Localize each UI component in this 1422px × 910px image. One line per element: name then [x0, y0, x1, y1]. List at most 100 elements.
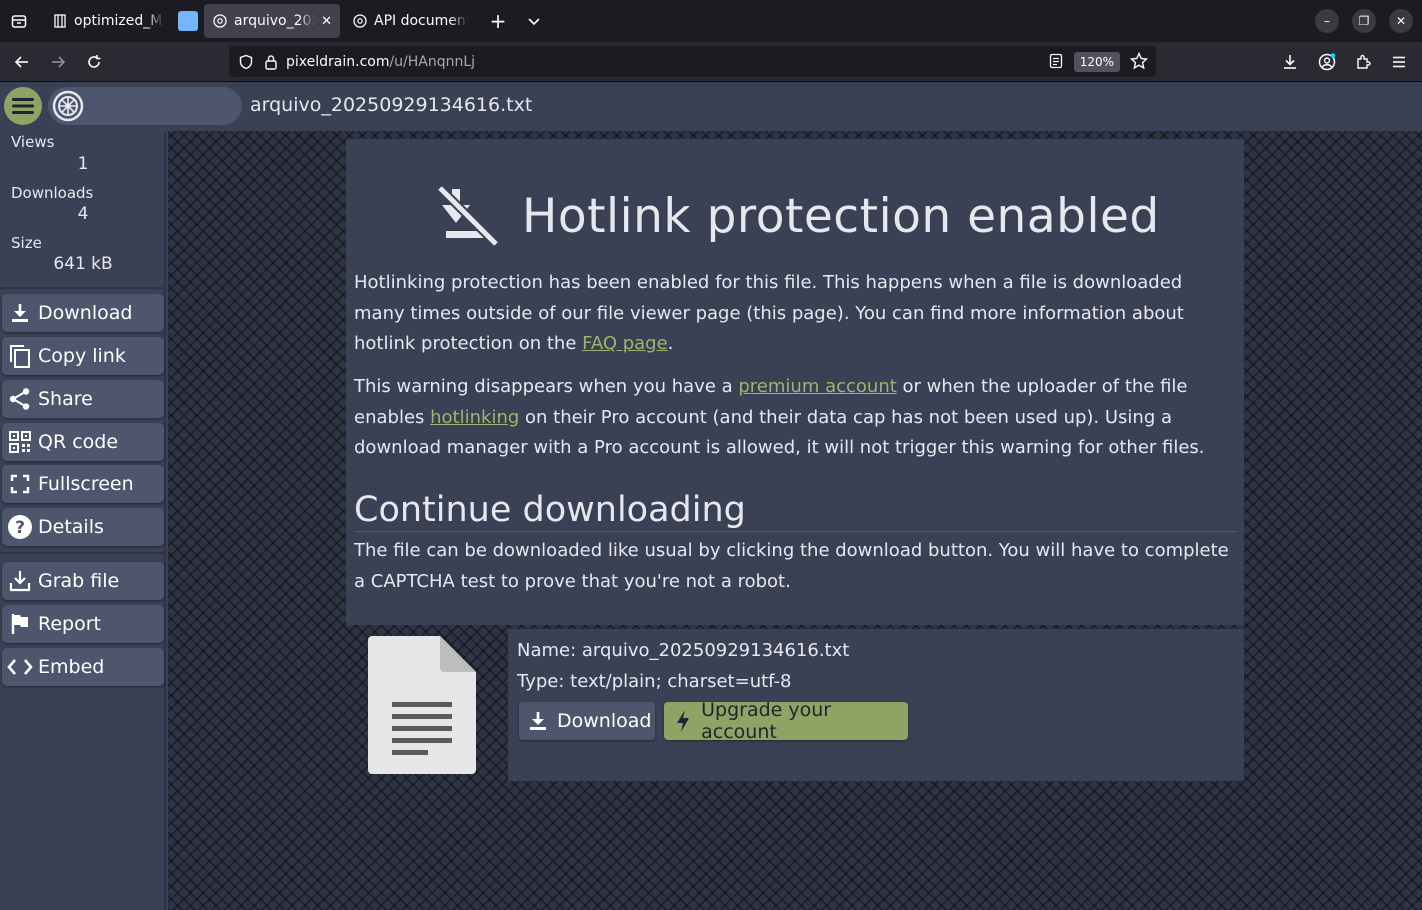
pixeldrain-favicon-icon [212, 13, 228, 29]
account-icon[interactable] [1309, 46, 1345, 78]
lock-icon[interactable] [264, 54, 278, 70]
back-arrow-icon[interactable] [4, 46, 40, 78]
faq-page-link[interactable]: FAQ page [582, 333, 668, 354]
app-menu-hamburger-icon[interactable] [1381, 46, 1417, 78]
sidebar-report-label: Report [38, 613, 101, 635]
code-icon [2, 648, 38, 686]
downloads-icon[interactable] [1272, 46, 1308, 78]
hotlink-notice-panel: Hotlink protection enabled Hotlinking pr… [346, 139, 1244, 625]
download-button[interactable]: Download [519, 702, 655, 740]
sidebar-fullscreen-button[interactable]: Fullscreen [2, 465, 164, 503]
size-value: 641 kB [53, 254, 113, 274]
sidebar-details-label: Details [38, 516, 104, 538]
list-all-tabs-chevron-icon[interactable] [516, 4, 552, 38]
notice-p1-text: Hotlinking protection has been enabled f… [354, 272, 1184, 354]
restore-window-icon[interactable]: ❐ [1352, 9, 1376, 33]
continue-downloading-heading: Continue downloading [354, 489, 1236, 532]
url-host: pixeldrain.com [286, 53, 390, 70]
upgrade-account-button[interactable]: Upgrade your account [664, 699, 908, 743]
fullscreen-icon [2, 465, 38, 503]
url-path: /u/HAnqnnLj [389, 53, 476, 70]
zoom-level-badge[interactable]: 120% [1073, 52, 1120, 72]
minimize-window-icon[interactable]: – [1315, 9, 1339, 33]
hotlinking-link[interactable]: hotlinking [430, 407, 519, 428]
notice-paragraph-1: Hotlinking protection has been enabled f… [354, 268, 1234, 360]
sidebar-embed-button[interactable]: Embed [2, 648, 164, 686]
text-file-icon [368, 636, 476, 774]
downloads-label: Downloads [11, 184, 94, 202]
tab-pinned-blank[interactable] [176, 4, 200, 38]
download-icon [519, 702, 557, 740]
sidebar-grab-file-label: Grab file [38, 570, 120, 592]
notice-paragraph-3: The file can be downloaded like usual by… [354, 540, 1229, 592]
sidebar-embed-label: Embed [38, 656, 105, 678]
bolt-icon [664, 702, 701, 740]
sidebar-share-button[interactable]: Share [2, 380, 164, 418]
tab-arquivo[interactable]: arquivo_2025 ✕ [204, 4, 340, 38]
hamburger-menu-icon [12, 98, 34, 114]
new-tab-plus-icon[interactable]: + [480, 4, 516, 38]
shield-icon[interactable] [238, 54, 254, 70]
flag-icon [2, 605, 38, 643]
sidebar-copy-link-label: Copy link [38, 345, 126, 367]
tab-overview-icon [11, 15, 27, 28]
help-icon: ? [2, 508, 38, 546]
notice-paragraph-2: This warning disappears when you have a … [354, 372, 1234, 464]
sidebar-details-button[interactable]: ? Details [2, 508, 164, 546]
browser-tab-bar: optimized_MSI arquivo_2025 ✕ API documen… [0, 0, 1422, 42]
tab-optimized-msi[interactable]: optimized_MSI [44, 4, 172, 38]
views-value: 1 [77, 154, 89, 174]
reader-view-icon[interactable] [1049, 53, 1063, 69]
tab-title: optimized_MSI [74, 13, 164, 29]
sidebar-report-button[interactable]: Report [2, 605, 164, 643]
file-title: arquivo_20250929134616.txt [250, 94, 533, 116]
copy-icon [2, 337, 38, 375]
tab-api-documentation[interactable]: API documenta [344, 4, 476, 38]
url-text[interactable]: pixeldrain.com/u/HAnqnnLj [286, 54, 475, 70]
file-viewer-area: Hotlink protection enabled Hotlinking pr… [168, 131, 1422, 910]
notice-p1-end: . [667, 333, 674, 354]
sidebar-copy-link-button[interactable]: Copy link [2, 337, 164, 375]
browser-nav-bar: pixeldrain.com/u/HAnqnnLj 120% [0, 42, 1422, 82]
sidebar-fullscreen-label: Fullscreen [38, 473, 134, 495]
sidebar-qr-code-label: QR code [38, 431, 119, 453]
reload-icon[interactable] [76, 46, 112, 78]
sidebar-grab-file-button[interactable]: Grab file [2, 562, 164, 600]
forward-arrow-icon[interactable] [40, 46, 76, 78]
tab-title: arquivo_2025 [234, 13, 315, 29]
file-type-line: Type: text/plain; charset=utf-8 [517, 671, 792, 692]
svg-text:?: ? [15, 518, 25, 538]
blue-favicon-icon [178, 11, 198, 31]
download-button-label: Download [557, 710, 652, 732]
sidebar-qr-code-button[interactable]: QR code [2, 423, 164, 461]
home-logo-button[interactable] [48, 87, 242, 125]
download-icon [2, 294, 38, 332]
downloads-value: 4 [77, 204, 89, 224]
sidebar-divider [0, 287, 166, 289]
extensions-puzzle-icon[interactable] [1345, 46, 1381, 78]
sidebar-share-label: Share [38, 388, 93, 410]
download-off-icon [436, 185, 500, 247]
notice-title: Hotlink protection enabled [522, 188, 1160, 244]
notice-p2-text-a: This warning disappears when you have a [354, 376, 739, 397]
bookmark-star-icon[interactable] [1130, 52, 1148, 70]
notice-title-row: Hotlink protection enabled [436, 185, 1160, 247]
file-sidebar: Views 1 Downloads 4 Size 641 kB Download… [0, 131, 166, 910]
sidebar-download-button[interactable]: Download [2, 294, 164, 332]
share-icon [2, 380, 38, 418]
menu-button[interactable] [4, 87, 42, 125]
archive-favicon-icon [52, 13, 68, 29]
premium-account-link[interactable]: premium account [738, 376, 896, 397]
close-tab-icon[interactable]: ✕ [321, 14, 332, 29]
sidebar-divider [0, 552, 166, 554]
pixeldrain-favicon-icon [352, 13, 368, 29]
grab-file-icon [2, 562, 38, 600]
size-label: Size [11, 234, 42, 252]
tab-overview-button[interactable] [0, 0, 38, 42]
close-window-icon[interactable]: ✕ [1389, 9, 1413, 33]
file-header: arquivo_20250929134616.txt [0, 83, 1422, 131]
tab-title: API documenta [374, 13, 468, 29]
upgrade-account-label: Upgrade your account [701, 699, 832, 743]
url-bar[interactable]: pixeldrain.com/u/HAnqnnLj 120% [229, 46, 1156, 77]
qr-code-icon [2, 423, 38, 461]
